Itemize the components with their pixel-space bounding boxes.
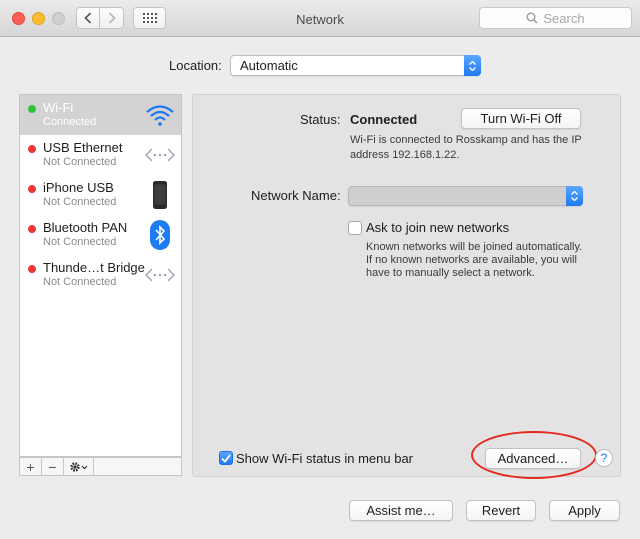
status-label: Status: xyxy=(300,112,341,127)
thunderbolt-bridge-icon xyxy=(145,260,175,290)
service-name: Wi-Fi xyxy=(43,100,74,115)
apply-button[interactable]: Apply xyxy=(549,500,620,521)
service-name: Thunde…t Bridge xyxy=(43,260,145,275)
iphone-icon xyxy=(145,180,175,210)
popup-arrows-icon xyxy=(566,186,583,206)
show-in-menu-bar-checkbox[interactable] xyxy=(219,451,233,465)
service-actions-button[interactable] xyxy=(64,458,94,475)
status-description: Wi-Fi is connected to Rosskamp and has t… xyxy=(350,134,582,161)
titlebar: Network Search xyxy=(0,0,640,37)
ethernet-icon xyxy=(145,140,175,170)
status-value: Connected xyxy=(350,112,418,127)
service-status: Not Connected xyxy=(43,196,117,208)
service-item-thunderbolt-bridge[interactable]: Thunde…t Bridge Not Connected xyxy=(20,255,181,295)
network-preferences-window: Network Search Location: Automatic Wi-Fi… xyxy=(0,0,640,539)
remove-service-button[interactable]: − xyxy=(42,458,64,475)
service-status: Connected xyxy=(43,116,97,128)
location-label: Location: xyxy=(169,58,222,73)
service-name: USB Ethernet xyxy=(43,140,123,155)
annotation-circle xyxy=(471,431,597,479)
revert-button[interactable]: Revert xyxy=(466,500,536,521)
ask-to-join-description: Known networks will be joined automatica… xyxy=(366,241,583,279)
status-dot xyxy=(28,145,36,153)
show-in-menu-bar-label: Show Wi-Fi status in menu bar xyxy=(236,451,414,466)
assist-me-button[interactable]: Assist me… xyxy=(349,500,453,521)
search-field[interactable]: Search xyxy=(479,7,632,29)
checkmark-icon xyxy=(221,453,231,463)
ask-to-join-checkbox[interactable] xyxy=(348,221,362,235)
status-dot xyxy=(28,185,36,193)
service-item-usb-ethernet[interactable]: USB Ethernet Not Connected xyxy=(20,135,181,175)
popup-arrows-icon xyxy=(464,55,481,76)
search-placeholder: Search xyxy=(543,10,585,26)
service-list: Wi-Fi Connected USB Ethernet Not Connect… xyxy=(19,94,182,457)
ask-to-join-label: Ask to join new networks xyxy=(366,220,510,235)
status-dot xyxy=(28,105,36,113)
help-button[interactable]: ? xyxy=(595,449,613,467)
service-status: Not Connected xyxy=(43,236,117,248)
turn-wifi-off-button[interactable]: Turn Wi-Fi Off xyxy=(461,108,581,129)
location-value: Automatic xyxy=(240,58,298,73)
bluetooth-icon xyxy=(145,220,175,250)
location-popup[interactable]: Automatic xyxy=(230,55,481,76)
service-item-bluetooth-pan[interactable]: Bluetooth PAN Not Connected xyxy=(20,215,181,255)
status-dot xyxy=(28,265,36,273)
service-name: iPhone USB xyxy=(43,180,114,195)
search-icon xyxy=(526,12,538,24)
gear-icon xyxy=(69,461,87,472)
service-status: Not Connected xyxy=(43,156,117,168)
service-name: Bluetooth PAN xyxy=(43,220,128,235)
service-item-wifi[interactable]: Wi-Fi Connected xyxy=(20,95,181,135)
network-name-popup[interactable] xyxy=(348,186,583,206)
service-status: Not Connected xyxy=(43,276,117,288)
service-list-toolbar: + − xyxy=(19,457,182,476)
wifi-icon xyxy=(145,100,175,130)
status-dot xyxy=(28,225,36,233)
service-item-iphone-usb[interactable]: iPhone USB Not Connected xyxy=(20,175,181,215)
network-name-label: Network Name: xyxy=(251,188,341,203)
add-service-button[interactable]: + xyxy=(20,458,42,475)
